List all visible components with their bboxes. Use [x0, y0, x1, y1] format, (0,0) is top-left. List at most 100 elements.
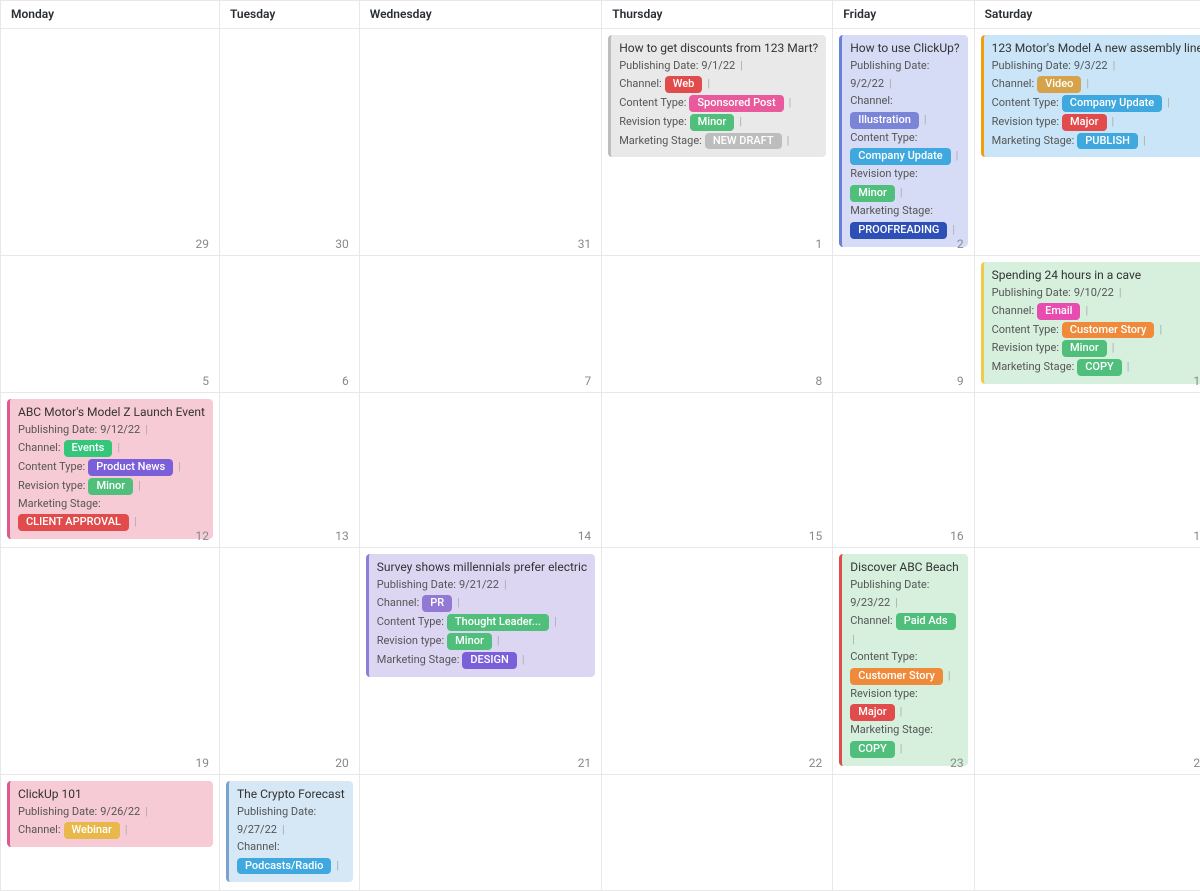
day-cell[interactable]: 24 [975, 548, 1200, 775]
day-cell[interactable]: 9 [833, 256, 974, 393]
field-label: Channel: [992, 77, 1035, 92]
day-cell[interactable]: 5 [1, 256, 220, 393]
event-card[interactable]: How to use ClickUp?Publishing Date: 9/2/… [839, 35, 967, 247]
event-card[interactable]: ClickUp 101Publishing Date: 9/26/22|Chan… [7, 781, 213, 847]
event-card[interactable]: The Crypto ForecastPublishing Date: 9/27… [226, 781, 353, 883]
tag[interactable]: Minor [88, 478, 133, 495]
day-cell[interactable]: How to get discounts from 123 Mart?Publi… [602, 29, 833, 256]
day-cell[interactable] [833, 775, 974, 891]
tag[interactable]: Minor [690, 114, 735, 131]
tag[interactable]: Company Update [850, 148, 950, 165]
day-cell[interactable]: 16 [833, 393, 974, 548]
day-cell[interactable]: 7 [360, 256, 602, 393]
tag[interactable]: PUBLISH [1077, 133, 1138, 150]
card-title: Survey shows millennials prefer electric [377, 559, 587, 575]
event-card[interactable]: Survey shows millennials prefer electric… [366, 554, 595, 676]
event-card[interactable]: Spending 24 hours in a cavePublishing Da… [981, 262, 1200, 384]
day-cell[interactable]: 19 [1, 548, 220, 775]
tag[interactable]: Customer Story [1062, 322, 1155, 339]
event-card[interactable]: How to get discounts from 123 Mart?Publi… [608, 35, 826, 157]
day-cell[interactable]: 6 [220, 256, 360, 393]
day-cell[interactable] [975, 775, 1200, 891]
day-cell[interactable] [602, 775, 833, 891]
day-number: 23 [950, 756, 964, 770]
day-cell[interactable]: Spending 24 hours in a cavePublishing Da… [975, 256, 1200, 393]
card-field: Channel: Podcasts/Radio| [237, 840, 345, 875]
tag[interactable]: Minor [1062, 340, 1107, 357]
day-cell[interactable]: 123 Motor's Model A new assembly linePub… [975, 29, 1200, 256]
tag[interactable]: Company Update [1062, 95, 1162, 112]
tag[interactable]: Thought Leader... [447, 614, 549, 631]
separator: | [117, 441, 120, 456]
tag[interactable]: CLIENT APPROVAL [18, 514, 129, 531]
day-cell[interactable]: 15 [602, 393, 833, 548]
separator: | [787, 134, 790, 149]
tag[interactable]: Minor [447, 633, 492, 650]
event-card[interactable]: ABC Motor's Model Z Launch EventPublishi… [7, 399, 213, 539]
tag[interactable]: Major [1062, 114, 1106, 131]
day-number: 12 [195, 529, 209, 543]
card-field: Publishing Date: 9/26/22| [18, 805, 205, 820]
card-field: Marketing Stage: NEW DRAFT| [619, 133, 818, 150]
field-label: Revision type: [850, 167, 917, 182]
tag[interactable]: Podcasts/Radio [237, 858, 331, 875]
day-cell[interactable]: 13 [220, 393, 360, 548]
day-cell[interactable]: 8 [602, 256, 833, 393]
field-label: Marketing Stage: [377, 653, 460, 668]
day-cell[interactable] [360, 775, 602, 891]
field-label: Publishing Date: [992, 59, 1071, 74]
tag[interactable]: Illustration [850, 112, 919, 129]
day-cell[interactable]: 30 [220, 29, 360, 256]
tag[interactable]: PR [422, 595, 452, 612]
tag[interactable]: Customer Story [850, 668, 943, 685]
day-cell[interactable]: ClickUp 101Publishing Date: 9/26/22|Chan… [1, 775, 220, 891]
separator: | [134, 515, 137, 530]
tag[interactable]: Sponsored Post [689, 95, 783, 112]
day-number: 24 [1193, 756, 1200, 770]
tag[interactable]: Webinar [64, 822, 120, 839]
tag[interactable]: Major [850, 704, 894, 721]
day-cell[interactable]: How to use ClickUp?Publishing Date: 9/2/… [833, 29, 974, 256]
day-cell[interactable]: 20 [220, 548, 360, 775]
day-cell[interactable]: 17 [975, 393, 1200, 548]
day-number: 30 [335, 237, 349, 251]
day-cell[interactable]: 22 [602, 548, 833, 775]
day-number: 8 [815, 374, 822, 388]
card-title: How to get discounts from 123 Mart? [619, 40, 818, 56]
tag[interactable]: Web [665, 76, 703, 93]
card-field: Channel: Events| [18, 440, 205, 457]
event-card[interactable]: 123 Motor's Model A new assembly linePub… [981, 35, 1200, 157]
tag[interactable]: Minor [850, 185, 895, 202]
field-value: 9/12/22 [100, 423, 140, 438]
day-number: 21 [578, 756, 592, 770]
day-cell[interactable]: The Crypto ForecastPublishing Date: 9/27… [220, 775, 360, 891]
tag[interactable]: Events [64, 440, 113, 457]
field-label: Channel: [850, 94, 893, 109]
day-cell[interactable]: 31 [360, 29, 602, 256]
tag[interactable]: Video [1037, 76, 1081, 93]
day-number: 15 [809, 529, 823, 543]
card-field: Marketing Stage: PUBLISH| [992, 133, 1200, 150]
tag[interactable]: DESIGN [462, 652, 516, 669]
field-label: Marketing Stage: [850, 204, 933, 219]
tag[interactable]: COPY [850, 741, 895, 758]
separator: | [1119, 286, 1122, 301]
day-cell[interactable]: Survey shows millennials prefer electric… [360, 548, 602, 775]
day-cell[interactable]: Discover ABC BeachPublishing Date: 9/23/… [833, 548, 974, 775]
tag[interactable]: Email [1037, 303, 1080, 320]
tag[interactable]: PROOFREADING [850, 222, 947, 239]
tag[interactable]: Paid Ads [896, 613, 956, 630]
separator: | [889, 77, 892, 92]
tag[interactable]: COPY [1077, 359, 1122, 376]
card-field: Revision type: Major| [992, 114, 1200, 131]
card-field: Content Type: Company Update| [850, 131, 959, 166]
day-cell[interactable]: ABC Motor's Model Z Launch EventPublishi… [1, 393, 220, 548]
field-value: 9/1/22 [701, 59, 735, 74]
event-card[interactable]: Discover ABC BeachPublishing Date: 9/23/… [839, 554, 967, 766]
day-cell[interactable]: 14 [360, 393, 602, 548]
card-field: Revision type: Major| [850, 687, 959, 722]
day-cell[interactable]: 29 [1, 29, 220, 256]
tag[interactable]: NEW DRAFT [705, 133, 782, 150]
separator: | [948, 669, 951, 684]
tag[interactable]: Product News [88, 459, 173, 476]
